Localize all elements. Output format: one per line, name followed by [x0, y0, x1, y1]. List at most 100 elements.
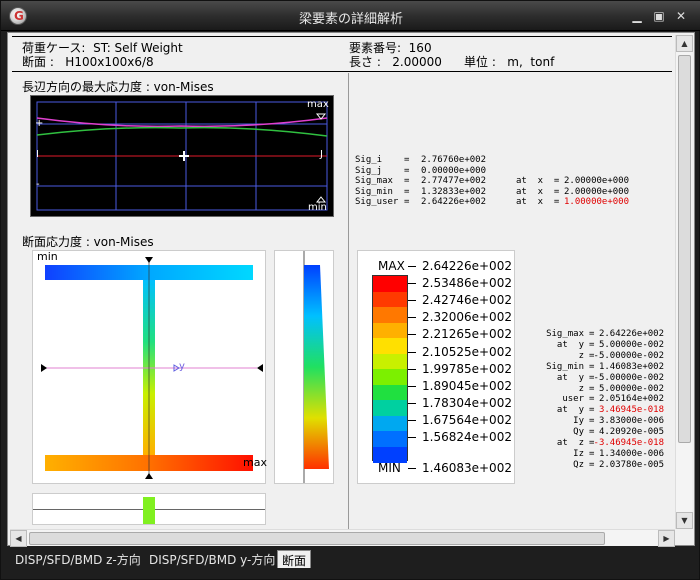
- close-icon[interactable]: ✕: [673, 9, 689, 23]
- horizontal-scroll-thumb[interactable]: [29, 532, 605, 545]
- equals-sign: =: [404, 176, 410, 186]
- colorbar-swatch: [373, 415, 407, 432]
- detail-value: -3.46945e-018: [593, 438, 664, 448]
- detail-equals: =: [589, 361, 595, 372]
- detail-value: 1.34000e-006: [598, 448, 664, 459]
- equals-sign: =: [404, 197, 410, 207]
- i-end-label: I: [36, 149, 39, 160]
- colorbar-swatch: [373, 431, 407, 447]
- detail-label: z: [578, 350, 584, 361]
- detail-value: -5.00000e-002: [593, 350, 664, 361]
- summary-name: Sig_i: [355, 155, 383, 165]
- scroll-down-icon[interactable]: ▼: [676, 512, 693, 529]
- vertical-scroll-thumb[interactable]: [678, 55, 691, 443]
- colorbar-tick-label: 2.21265e+002: [422, 327, 512, 342]
- detail-label: at y: [556, 405, 584, 416]
- colorbar-swatch: [373, 307, 407, 323]
- longitudinal-stress-plot: max min + - I J: [30, 95, 334, 217]
- equals-sign: =: [404, 186, 410, 197]
- colorbar-swatch: [373, 369, 407, 385]
- horizontal-scrollbar[interactable]: ◀ ▶: [10, 529, 675, 547]
- client-area: 荷重ケース: ST: Self Weight 断面 : H100x100x6/8…: [7, 32, 695, 547]
- longitudinal-title: 長辺方向の最大応力度 : von-Mises: [22, 80, 214, 94]
- colorbar-tick: [408, 300, 416, 302]
- detail-equals: =: [589, 448, 595, 459]
- colorbar-min-caption: MIN: [378, 461, 401, 475]
- detail-value: 2.05164e+002: [598, 394, 664, 405]
- maximize-icon[interactable]: ▣: [651, 9, 667, 23]
- detail-equals: =: [589, 339, 595, 350]
- detail-value: 2.03780e-005: [598, 459, 664, 470]
- summary-value: 0.00000e+000: [421, 165, 487, 176]
- detail-equals: =: [589, 416, 595, 427]
- detail-label: Iz: [573, 448, 584, 459]
- colorbar-tick: [408, 402, 416, 404]
- title-bar[interactable]: 梁要素の詳細解析 ▁ ▣ ✕: [1, 1, 700, 31]
- web-stress-distribution: [304, 265, 329, 469]
- section-min-label: min: [37, 250, 58, 263]
- tab-disp-y[interactable]: DISP/SFD/BMD y-方向: [145, 550, 279, 568]
- colorbar-tick-label: 1.67564e+002: [422, 412, 512, 427]
- colorbar-swatch: [373, 400, 407, 416]
- section-label: 断面 : H100x100x6/8: [22, 55, 154, 69]
- summary-at-label: at x =: [516, 176, 560, 186]
- colorbar-gradient: [372, 275, 408, 463]
- length-label: 長さ : 2.00000: [349, 55, 442, 69]
- top-arrow-icon: [145, 257, 153, 263]
- unit-label: 単位 : m, tonf: [464, 55, 555, 69]
- summary-value: 2.77477e+002: [421, 176, 487, 186]
- header-bottom-rule: [12, 71, 672, 72]
- vertical-scrollbar[interactable]: ▲ ▼: [675, 35, 693, 529]
- detail-label: at y: [556, 372, 584, 383]
- colorbar-tick-label: 2.32006e+002: [422, 310, 512, 325]
- section-stress-title: 断面応力度 : von-Mises: [22, 235, 154, 249]
- tab-section[interactable]: 断面: [277, 550, 312, 568]
- summary-value: 2.64226e+002: [421, 197, 487, 207]
- detail-value: 5.00000e-002: [598, 339, 664, 350]
- plus-label: +: [35, 118, 44, 129]
- detail-value: 3.46945e-018: [598, 405, 664, 416]
- detail-value: 1.46083e+002: [598, 361, 664, 372]
- scroll-left-icon[interactable]: ◀: [10, 530, 27, 547]
- equals-sign: =: [404, 165, 410, 176]
- detail-value: 3.83000e-006: [598, 416, 664, 427]
- colorbar-tick: [408, 283, 416, 285]
- section-contour-svg: [41, 257, 263, 479]
- summary-name: Sig_max: [355, 176, 393, 186]
- detail-label: Qz: [573, 459, 584, 470]
- detail-label: Qy: [573, 427, 584, 438]
- colorbar-swatch: [373, 338, 407, 354]
- scroll-up-icon[interactable]: ▲: [676, 35, 693, 52]
- colorbar-swatch: [373, 322, 407, 339]
- summary-name: Sig_user: [355, 197, 399, 207]
- colorbar-tick: [408, 419, 416, 421]
- detail-equals: =: [589, 383, 595, 394]
- colorbar-tick-label: 2.53486e+002: [422, 276, 512, 291]
- section-y-label: y: [179, 361, 185, 372]
- colorbar-panel: MAX MIN 2.64226e+002 2.53486e+002 2.42746e…: [357, 250, 515, 484]
- detail-label: Sig_min: [546, 361, 584, 372]
- minimize-icon[interactable]: ▁: [629, 9, 645, 23]
- colorbar-tick: [408, 468, 416, 469]
- min-label: min: [308, 202, 327, 213]
- colorbar-tick: [408, 317, 416, 319]
- beam-detail-window: 梁要素の詳細解析 ▁ ▣ ✕ 荷重ケース: ST: Self Weight 断面…: [0, 0, 700, 580]
- min-stress-line: [36, 126, 328, 137]
- detail-label: z: [578, 383, 584, 394]
- summary-value: 1.32833e+002: [421, 186, 487, 197]
- detail-label: Iy: [573, 416, 584, 427]
- tab-disp-z[interactable]: DISP/SFD/BMD z-方向: [11, 550, 145, 568]
- detail-value: 2.64226e+002: [598, 329, 664, 339]
- colorbar-swatch: [373, 353, 407, 370]
- detail-equals: =: [589, 427, 595, 438]
- summary-at-value: 1.00000e+000: [564, 197, 630, 207]
- equals-sign: =: [404, 155, 410, 165]
- colorbar-tick: [408, 334, 416, 336]
- colorbar-swatch: [373, 446, 407, 463]
- section-max-label: max: [243, 456, 267, 469]
- colorbar-tick-label: 1.99785e+002: [422, 361, 512, 376]
- scroll-right-icon[interactable]: ▶: [658, 530, 675, 547]
- detail-label: user: [562, 394, 584, 405]
- detail-value: 4.20920e-005: [598, 427, 664, 438]
- detail-value: 5.00000e-002: [598, 383, 664, 394]
